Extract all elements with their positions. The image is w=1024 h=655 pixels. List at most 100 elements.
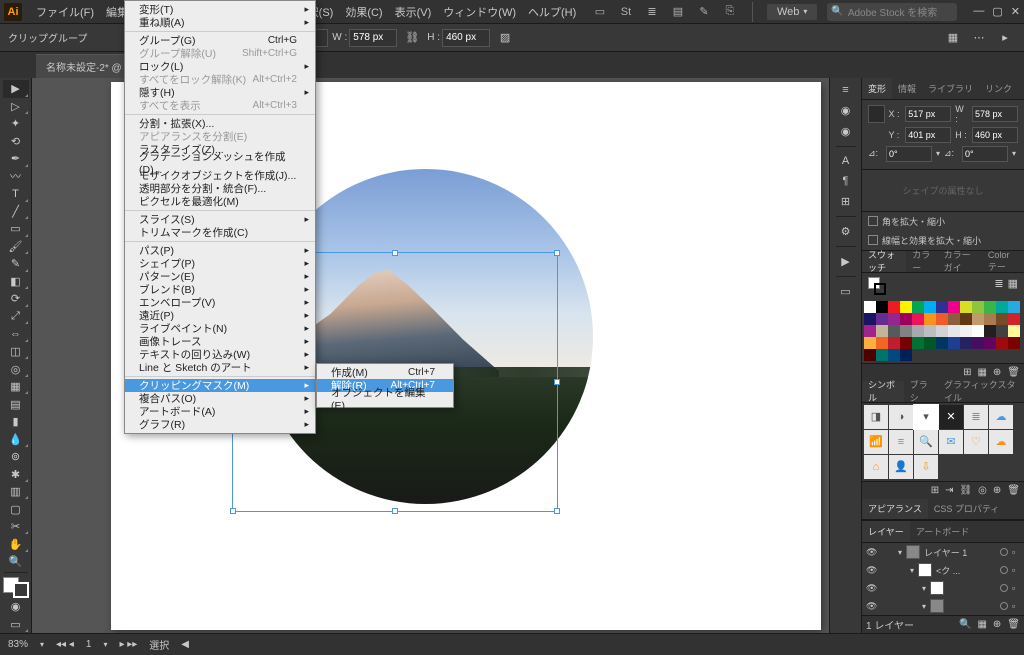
layer-row[interactable]: 👁▾<ク ...▫ bbox=[862, 561, 1024, 579]
swatch[interactable] bbox=[876, 301, 888, 313]
menu-ファイル[interactable]: ファイル(F) bbox=[30, 0, 100, 24]
screenmode[interactable]: ▭ bbox=[3, 615, 29, 633]
swatch[interactable] bbox=[984, 337, 996, 349]
panel-tab-graphicstyles[interactable]: グラフィックスタイル bbox=[938, 381, 1024, 402]
icon[interactable]: 🗑 bbox=[1007, 485, 1020, 496]
layer-row[interactable]: 👁▾レイヤー 1▫ bbox=[862, 543, 1024, 561]
swatch[interactable] bbox=[948, 325, 960, 337]
icon[interactable]: 🗑 bbox=[1007, 367, 1020, 378]
menu-item[interactable]: Line と Sketch のアート▸ bbox=[125, 361, 315, 374]
icon[interactable]: ⊕ bbox=[993, 619, 1001, 630]
swatch[interactable] bbox=[900, 313, 912, 325]
swatch[interactable] bbox=[864, 349, 876, 361]
panel-tab-swatches[interactable]: スウォッチ bbox=[862, 251, 906, 272]
artboard-tool[interactable]: ▢ bbox=[3, 500, 29, 518]
direct-selection-tool[interactable]: ▷ bbox=[3, 98, 29, 116]
swatch[interactable] bbox=[996, 325, 1008, 337]
swatch[interactable] bbox=[876, 313, 888, 325]
symbol-tool[interactable]: ✱ bbox=[3, 465, 29, 483]
lasso-tool[interactable]: ⟲ bbox=[3, 133, 29, 151]
swatch[interactable] bbox=[864, 325, 876, 337]
drawmode[interactable]: ◉ bbox=[3, 598, 29, 616]
panel-tab-symbols[interactable]: シンボル bbox=[862, 381, 904, 402]
swatch[interactable] bbox=[912, 325, 924, 337]
fill-stroke-swatch[interactable] bbox=[3, 577, 29, 598]
icon[interactable]: ⇥ bbox=[945, 485, 953, 496]
swatch[interactable] bbox=[936, 325, 948, 337]
swatch[interactable] bbox=[1008, 301, 1020, 313]
swatch[interactable] bbox=[888, 313, 900, 325]
align-icon[interactable]: ▦ bbox=[942, 27, 964, 49]
symbol[interactable]: 👤 bbox=[889, 455, 913, 479]
icon[interactable]: ▦ bbox=[977, 367, 986, 378]
swatch[interactable] bbox=[864, 337, 876, 349]
menu-ヘルプ[interactable]: ヘルプ(H) bbox=[522, 0, 582, 24]
menu-item[interactable]: トリムマークを作成(C) bbox=[125, 226, 315, 239]
icon[interactable]: 🔍 bbox=[959, 619, 971, 630]
swatch[interactable] bbox=[948, 337, 960, 349]
curvature-tool[interactable]: 〰 bbox=[3, 168, 29, 186]
swatch[interactable] bbox=[972, 301, 984, 313]
icon[interactable]: ⊕ bbox=[993, 485, 1001, 496]
panel-toggle-icon[interactable]: ▸ bbox=[994, 27, 1016, 49]
swatch[interactable] bbox=[948, 301, 960, 313]
menu-item[interactable]: ピクセルを最適化(M) bbox=[125, 195, 315, 208]
minimize-icon[interactable]: — bbox=[973, 5, 984, 18]
dock-icon[interactable]: A bbox=[842, 155, 849, 167]
symbol[interactable]: ⇩ bbox=[914, 455, 938, 479]
swatch[interactable] bbox=[996, 337, 1008, 349]
panel-tab-artboards[interactable]: アートボード bbox=[910, 521, 975, 542]
swatch[interactable] bbox=[972, 337, 984, 349]
tf-y[interactable] bbox=[905, 127, 951, 143]
swatch[interactable] bbox=[888, 301, 900, 313]
dock-icon[interactable]: ¶ bbox=[843, 175, 849, 187]
panel-tab-css[interactable]: CSS プロパティ bbox=[928, 499, 1005, 520]
swatch[interactable] bbox=[888, 349, 900, 361]
swatch[interactable] bbox=[876, 337, 888, 349]
brush-tool[interactable]: 🖌 bbox=[3, 238, 29, 256]
dock-icon[interactable]: ◉ bbox=[841, 104, 851, 117]
zoom-tool[interactable]: 🔍 bbox=[3, 553, 29, 571]
layer-row[interactable]: 👁▾▫ bbox=[862, 597, 1024, 615]
rectangle-tool[interactable]: ▭ bbox=[3, 220, 29, 238]
swatch[interactable] bbox=[912, 337, 924, 349]
symbol[interactable]: ▾ bbox=[914, 405, 938, 429]
dock-icon[interactable]: ◉ bbox=[841, 125, 851, 138]
swatch[interactable] bbox=[924, 301, 936, 313]
tf-x[interactable] bbox=[905, 106, 951, 122]
dock-icon[interactable]: ▶ bbox=[841, 255, 849, 268]
icon[interactable]: ▦ bbox=[977, 619, 986, 630]
eyedropper-tool[interactable]: 💧 bbox=[3, 430, 29, 448]
panel-tab-library[interactable]: ライブラリ bbox=[922, 78, 979, 99]
visibility-icon[interactable]: 👁 bbox=[866, 547, 878, 558]
swatch[interactable] bbox=[924, 337, 936, 349]
swatch[interactable] bbox=[996, 313, 1008, 325]
workspace-switcher[interactable]: Web ▾ bbox=[767, 4, 817, 20]
swatch[interactable] bbox=[936, 337, 948, 349]
symbol[interactable]: 📶 bbox=[864, 430, 888, 454]
shapebuilder-tool[interactable]: ◎ bbox=[3, 360, 29, 378]
visibility-icon[interactable]: 👁 bbox=[866, 601, 878, 612]
chk-scale-strokes[interactable] bbox=[868, 235, 878, 245]
graph-tool[interactable]: ▥ bbox=[3, 483, 29, 501]
symbol[interactable]: ≣ bbox=[964, 405, 988, 429]
icon[interactable]: ⛓ bbox=[959, 485, 972, 496]
symbol[interactable]: 🔍 bbox=[914, 430, 938, 454]
symbol[interactable]: ✉ bbox=[939, 430, 963, 454]
swatch[interactable] bbox=[924, 325, 936, 337]
menu-item[interactable]: 重ね順(A)▸ bbox=[125, 16, 315, 29]
swatch[interactable] bbox=[900, 337, 912, 349]
swatch[interactable] bbox=[984, 325, 996, 337]
menubar-icon[interactable]: ⎘ bbox=[722, 4, 738, 20]
menu-表示[interactable]: 表示(V) bbox=[389, 0, 438, 24]
pen-tool[interactable]: ✒ bbox=[3, 150, 29, 168]
close-icon[interactable]: ✕ bbox=[1011, 5, 1020, 18]
type-tool[interactable]: T bbox=[3, 185, 29, 203]
swatch[interactable] bbox=[936, 301, 948, 313]
icon[interactable]: ⊞ bbox=[963, 367, 971, 378]
panel-tab-appearance[interactable]: アピアランス bbox=[862, 499, 928, 520]
maximize-icon[interactable]: ▢ bbox=[992, 5, 1002, 18]
panel-tab-brushes[interactable]: ブラシ bbox=[904, 381, 938, 402]
panel-tab-info[interactable]: 情報 bbox=[892, 78, 922, 99]
selection-tool[interactable]: ▶ bbox=[3, 80, 29, 98]
